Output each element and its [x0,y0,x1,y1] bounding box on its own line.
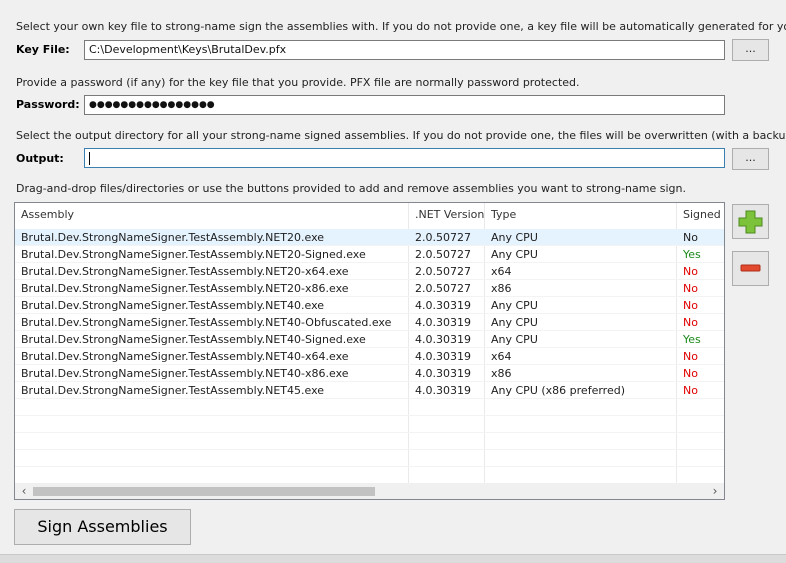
type-cell: Any CPU (x86 preferred) [491,384,625,397]
type-cell: x64 [491,265,512,278]
password-hint: Provide a password (if any) for the key … [16,76,580,89]
empty-row [15,399,724,416]
output-label: Output: [16,152,64,165]
signed-cell: No [683,282,698,295]
key-file-hint: Select your own key file to strong-name … [16,20,786,33]
list-header: Assembly .NET Version Type Signed [15,203,724,227]
type-cell: Any CPU [491,248,538,261]
type-cell: Any CPU [491,316,538,329]
column-header-type[interactable]: Type [485,203,676,227]
assembly-cell: Brutal.Dev.StrongNameSigner.TestAssembly… [21,299,325,312]
output-browse-button[interactable]: ... [732,148,769,170]
column-header-signed[interactable]: Signed [677,203,724,227]
scroll-left-icon[interactable]: ‹ [16,483,32,499]
table-row[interactable]: Brutal.Dev.StrongNameSigner.TestAssembly… [15,365,724,382]
table-row[interactable]: Brutal.Dev.StrongNameSigner.TestAssembly… [15,331,724,348]
horizontal-scrollbar[interactable]: ‹ › [15,483,724,499]
signed-cell: No [683,384,698,397]
signed-cell: No [683,350,698,363]
type-cell: Any CPU [491,231,538,244]
password-label: Password: [16,98,80,111]
type-cell: Any CPU [491,333,538,346]
assembly-cell: Brutal.Dev.StrongNameSigner.TestAssembly… [21,384,325,397]
version-cell: 4.0.30319 [415,367,471,380]
table-row[interactable]: Brutal.Dev.StrongNameSigner.TestAssembly… [15,382,724,399]
table-row[interactable]: Brutal.Dev.StrongNameSigner.TestAssembly… [15,280,724,297]
password-input[interactable]: ●●●●●●●●●●●●●●●● [84,95,725,115]
version-cell: 4.0.30319 [415,333,471,346]
empty-row [15,416,724,433]
empty-row [15,450,724,467]
assembly-cell: Brutal.Dev.StrongNameSigner.TestAssembly… [21,350,349,363]
type-cell: x86 [491,367,512,380]
table-row[interactable]: Brutal.Dev.StrongNameSigner.TestAssembly… [15,246,724,263]
output-hint: Select the output directory for all your… [16,129,786,142]
signed-cell: No [683,367,698,380]
signed-cell: Yes [683,248,701,261]
assembly-cell: Brutal.Dev.StrongNameSigner.TestAssembly… [21,265,349,278]
table-row[interactable]: Brutal.Dev.StrongNameSigner.TestAssembly… [15,263,724,280]
empty-row [15,467,724,484]
table-row[interactable]: Brutal.Dev.StrongNameSigner.TestAssembly… [15,314,724,331]
signed-cell: No [683,231,698,244]
assembly-cell: Brutal.Dev.StrongNameSigner.TestAssembly… [21,316,392,329]
assemblies-hint: Drag-and-drop files/directories or use t… [16,182,686,195]
type-cell: x64 [491,350,512,363]
scroll-right-icon[interactable]: › [707,483,723,499]
version-cell: 4.0.30319 [415,316,471,329]
key-file-input[interactable]: C:\Development\Keys\BrutalDev.pfx [84,40,725,60]
type-cell: Any CPU [491,299,538,312]
signed-cell: No [683,316,698,329]
scroll-thumb[interactable] [33,487,375,496]
type-cell: x86 [491,282,512,295]
assembly-cell: Brutal.Dev.StrongNameSigner.TestAssembly… [21,367,349,380]
signed-cell: No [683,299,698,312]
version-cell: 2.0.50727 [415,282,471,295]
signed-cell: No [683,265,698,278]
table-row[interactable]: Brutal.Dev.StrongNameSigner.TestAssembly… [15,297,724,314]
key-file-label: Key File: [16,43,70,56]
column-header-version[interactable]: .NET Version [409,203,484,227]
version-cell: 4.0.30319 [415,299,471,312]
empty-row [15,433,724,450]
assemblies-list[interactable]: Assembly .NET Version Type Signed Brutal… [14,202,725,500]
assembly-cell: Brutal.Dev.StrongNameSigner.TestAssembly… [21,248,366,261]
table-row[interactable]: Brutal.Dev.StrongNameSigner.TestAssembly… [15,348,724,365]
version-cell: 4.0.30319 [415,350,471,363]
version-cell: 2.0.50727 [415,248,471,261]
assembly-cell: Brutal.Dev.StrongNameSigner.TestAssembly… [21,333,366,346]
add-assembly-button[interactable] [732,204,769,239]
sign-assemblies-button[interactable]: Sign Assemblies [14,509,191,545]
version-cell: 2.0.50727 [415,231,471,244]
remove-assembly-button[interactable] [732,251,769,286]
assembly-cell: Brutal.Dev.StrongNameSigner.TestAssembly… [21,231,325,244]
table-row[interactable]: Brutal.Dev.StrongNameSigner.TestAssembly… [15,229,724,246]
plus-icon [738,210,763,234]
column-header-assembly[interactable]: Assembly [15,203,408,227]
assembly-cell: Brutal.Dev.StrongNameSigner.TestAssembly… [21,282,349,295]
version-cell: 2.0.50727 [415,265,471,278]
signed-cell: Yes [683,333,701,346]
minus-icon [740,264,761,272]
key-file-browse-button[interactable]: ... [732,39,769,61]
output-input[interactable] [84,148,725,168]
text-caret [89,151,90,165]
version-cell: 4.0.30319 [415,384,471,397]
